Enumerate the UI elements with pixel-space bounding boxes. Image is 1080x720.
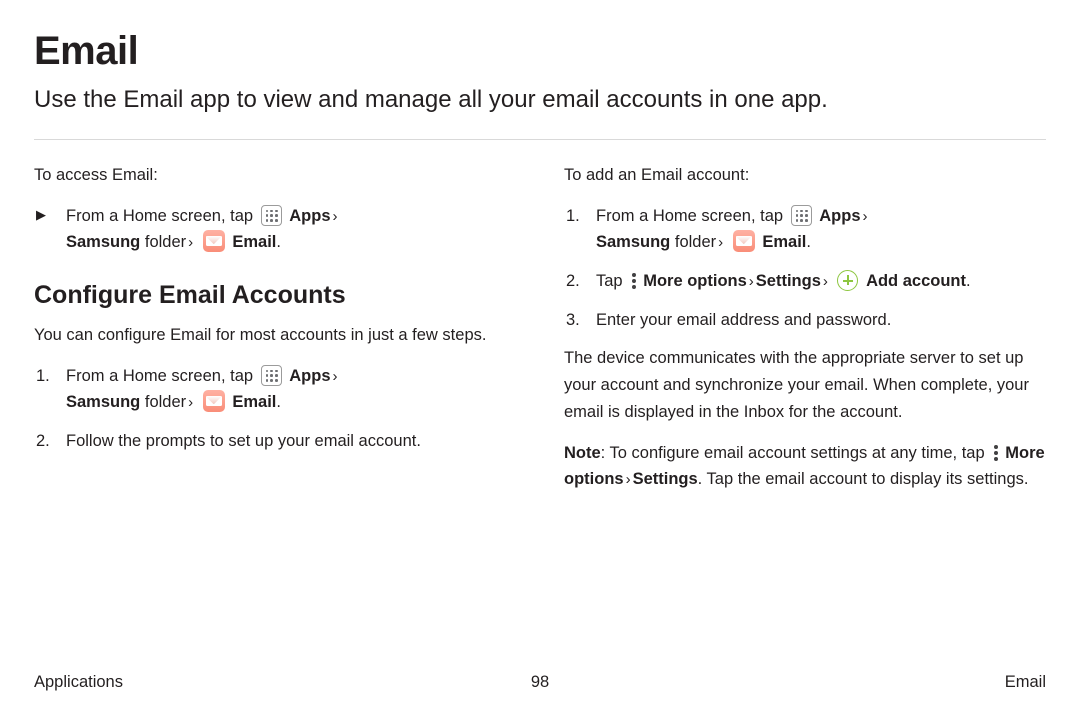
chevron-right-icon: › <box>625 471 631 489</box>
apps-icon <box>790 204 812 226</box>
left-step-2: 2. Follow the prompts to set up your ema… <box>34 428 516 455</box>
apps-icon <box>260 364 282 386</box>
chevron-right-icon-2: › <box>188 394 194 412</box>
right-step-2-number: 2. <box>566 271 580 290</box>
left-column: To access Email: ▶ From a Home screen, t… <box>34 162 516 507</box>
chevron-right-icon-2: › <box>822 272 828 290</box>
right-step-3-number: 3. <box>566 310 580 329</box>
folder-label: folder <box>674 233 717 252</box>
body-columns: To access Email: ▶ From a Home screen, t… <box>34 162 1046 507</box>
note-label: Note <box>564 443 601 462</box>
header-divider <box>34 138 1046 140</box>
left-step-1-number: 1. <box>36 366 50 385</box>
right-step-3-text: Enter your email address and password. <box>596 310 892 329</box>
left-step-2-number: 2. <box>36 432 50 451</box>
chevron-right-icon: › <box>332 367 338 385</box>
right-column: To add an Email account: 1. From a Home … <box>564 162 1046 507</box>
footer-page-number: 98 <box>530 673 550 691</box>
chevron-right-icon: › <box>862 207 868 225</box>
right-step-1: 1. From a Home screen, tap Apps › Samsung… <box>564 203 1046 256</box>
samsung-label: Samsung <box>66 233 141 252</box>
apps-label: Apps <box>289 206 331 225</box>
right-step-1-text: From a Home screen, tap <box>596 206 784 225</box>
period-2: . <box>276 393 281 412</box>
note-text-1: : To configure email account settings at… <box>600 443 985 462</box>
add-account-label: Add account <box>866 271 966 290</box>
email-label: Email <box>232 393 277 412</box>
note-text-2: . Tap the email account to display its s… <box>697 470 1029 489</box>
left-intro-text: To access Email: <box>34 165 158 184</box>
samsung-label: Samsung <box>66 393 141 412</box>
right-step-1-number: 1. <box>566 206 580 225</box>
chevron-right-icon-2: › <box>718 234 724 252</box>
document-page: Email Use the Email app to view and mana… <box>0 0 1080 720</box>
section-heading-configure: Configure Email Accounts <box>34 280 346 309</box>
footer-topic-label: Email <box>1004 673 1047 691</box>
note-paragraph: Note: To configure email account setting… <box>564 440 1046 493</box>
add-account-plus-icon <box>837 269 859 291</box>
samsung-label: Samsung <box>596 233 671 252</box>
apps-icon <box>260 204 282 226</box>
left-bullet-item: ▶ From a Home screen, tap Apps › Samsung … <box>34 203 516 256</box>
more-options-icon <box>993 442 1001 462</box>
right-step-3: 3. Enter your email address and password… <box>564 307 1046 334</box>
email-app-icon <box>732 230 755 253</box>
settings-label: Settings <box>755 271 821 290</box>
chevron-right-icon-2: › <box>188 234 194 252</box>
chevron-right-icon: › <box>332 207 338 225</box>
email-label: Email <box>762 233 807 252</box>
email-app-icon <box>202 390 225 413</box>
left-step-1-text: From a Home screen, tap <box>66 366 254 385</box>
email-label: Email <box>232 233 277 252</box>
period-1: . <box>276 233 281 252</box>
right-step-2-body: Tap More options › Settings › Add account. <box>596 268 1046 295</box>
page-footer: Applications 98 Email <box>34 673 1046 692</box>
page-subtitle: Use the Email app to view and manage all… <box>34 86 828 113</box>
more-options-label: More options <box>643 271 747 290</box>
chevron-right-icon: › <box>748 272 754 290</box>
apps-label: Apps <box>819 206 861 225</box>
left-step-2-text: Follow the prompts to set up your email … <box>66 432 421 451</box>
folder-label: folder <box>144 233 187 252</box>
more-options-icon <box>631 270 639 290</box>
period-3: . <box>806 233 811 252</box>
left-step-1: 1. From a Home screen, tap Apps › Samsung… <box>34 363 516 416</box>
right-step-2-text: Tap <box>596 271 623 290</box>
bullet-text-1: From a Home screen, tap <box>66 206 254 225</box>
left-step-1-body: From a Home screen, tap Apps › Samsung fo… <box>66 363 516 416</box>
right-paragraph: The device communicates with the appropr… <box>564 349 1029 421</box>
settings-label: Settings <box>632 470 698 489</box>
left-paragraph: You can configure Email for most account… <box>34 325 487 344</box>
email-app-icon <box>202 230 225 253</box>
period-4: . <box>965 271 971 290</box>
bullet-marker: ▶ <box>36 206 46 222</box>
apps-label: Apps <box>289 366 331 385</box>
right-step-2: 2. Tap More options › Settings › Add accoun… <box>564 268 1046 295</box>
page-title: Email <box>34 29 139 73</box>
footer-section-label: Applications <box>34 673 123 691</box>
left-bullet-body: From a Home screen, tap Apps › Samsung fo… <box>66 203 516 256</box>
right-step-1-body: From a Home screen, tap Apps › Samsung fo… <box>596 203 1046 256</box>
right-intro-text: To add an Email account: <box>564 165 750 184</box>
folder-label: folder <box>144 393 187 412</box>
